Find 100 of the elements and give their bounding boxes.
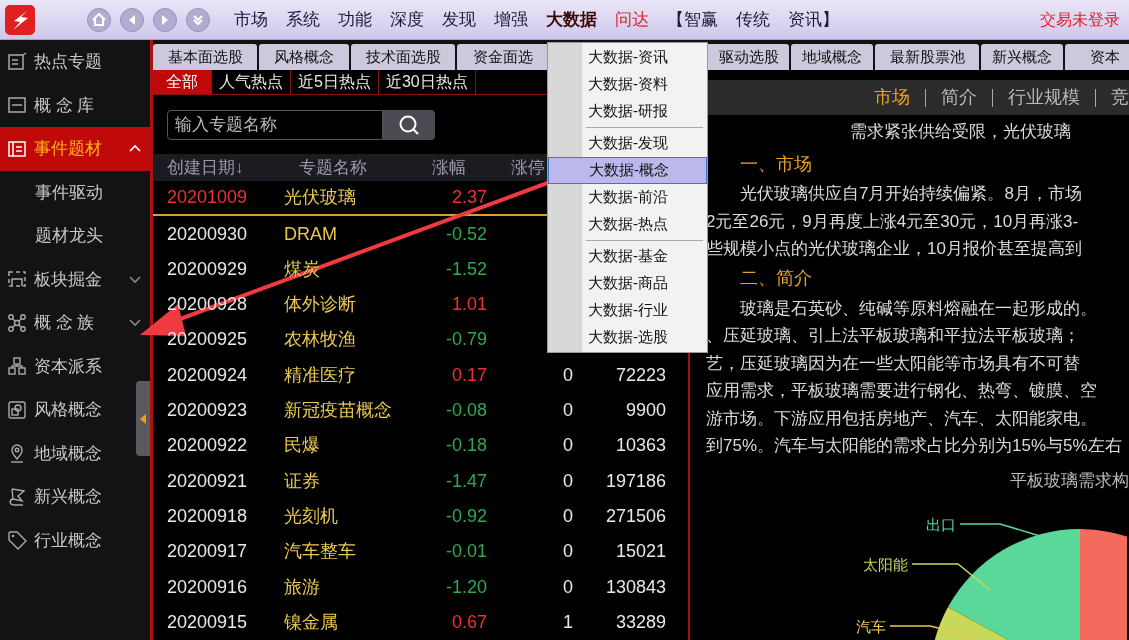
tag-icon [7,530,27,551]
menu-item[interactable]: 系统 [277,6,329,33]
detail-tab[interactable]: 市场 [874,84,910,111]
table-cell: 20201009 [167,187,248,208]
detail-tab[interactable]: 行业规模 [1008,84,1080,111]
back-icon [129,14,135,25]
column-header[interactable]: 专题名称 [299,157,367,177]
menu-option[interactable]: 大数据-行业 [582,297,707,324]
table-cell: 精准医疗 [284,364,356,385]
table-cell: -0.08 [445,400,487,421]
table-cell: 新冠疫苗概念 [284,400,392,421]
detail-tab[interactable]: 简介 [941,84,977,111]
menu-item[interactable]: 增强 [485,6,537,33]
menu-item[interactable]: 资讯】 [779,6,848,33]
table-cell: 证券 [284,470,320,491]
table-cell: 20200925 [167,329,248,350]
menu-option[interactable]: 大数据-前沿 [582,184,707,211]
back-button[interactable] [120,7,144,32]
table-cell: 1.01 [451,294,487,315]
forward-icon [162,14,168,25]
menu-option[interactable]: 大数据-研报 [582,98,707,125]
search-field[interactable]: 输入专题名称 [167,110,383,140]
tab[interactable]: 新兴概念 [981,44,1063,70]
table-cell: 20200922 [167,435,248,456]
sidebar-item[interactable]: 热点专题 [0,40,134,84]
tab[interactable]: 资金面选 [457,44,549,70]
sidebar-item[interactable]: 概 念 族 [0,301,150,345]
menu-option[interactable]: 大数据-资料 [582,71,707,98]
tab[interactable]: 最新股票池 [875,44,979,70]
table-cell: 20200917 [167,541,248,562]
table-cell: 0 [563,470,573,491]
tab[interactable]: 风格概念 [259,44,349,70]
forward-button[interactable] [153,7,177,32]
menu-item[interactable]: 功能 [329,6,381,33]
table-cell: 汽车整车 [284,541,356,562]
table-cell: 20200916 [167,576,248,597]
filter-tab[interactable]: 全部 [153,70,212,95]
table-cell: -0.01 [445,541,487,562]
search-button[interactable] [383,110,435,140]
menu-item[interactable]: 发现 [433,6,485,33]
paragraph-line: 玻璃是石英砂、纯碱等原料熔融在一起形成的。 [740,297,1097,320]
tab[interactable]: 基本面选股 [153,44,257,70]
column-header[interactable]: 涨幅 [432,157,466,177]
menu-item[interactable]: 问达 [606,6,658,33]
table-cell: 20200930 [167,223,248,244]
tab[interactable]: 资本 [1065,44,1129,70]
menu-item[interactable]: 深度 [381,6,433,33]
column-header[interactable]: 涨停 [511,157,545,177]
flag-icon [7,486,27,507]
table-cell: -0.79 [445,329,487,350]
table-cell: -0.18 [445,435,487,456]
collapse-handle[interactable] [136,381,150,456]
menu-option[interactable]: 大数据-基金 [582,243,707,270]
table-cell: 197186 [605,470,666,491]
menu-option[interactable]: 大数据-概念 [548,157,707,184]
paragraph-line: 到75%。汽车与太阳能的需求占比分别为15%与5%左右 [706,435,1122,457]
menu-item[interactable]: 市场 [225,6,277,33]
sidebar-item[interactable]: 地域概念 [0,431,134,475]
menu-option[interactable]: 大数据-发现 [582,130,707,157]
menu-option[interactable]: 大数据-热点 [582,211,707,238]
sidebar-subitem[interactable]: 题材龙头 [0,214,150,258]
table-cell: 9900 [625,400,666,421]
table-cell: 0.67 [451,611,487,632]
menu-option[interactable]: 大数据-选股 [582,324,707,351]
paragraph-line: 、压延玻璃、引上法平板玻璃和平拉法平板玻璃； [706,325,1080,347]
table-cell: 72223 [615,364,666,385]
section-heading: 一、市场 [740,152,812,176]
menu-item[interactable]: 【智赢 [658,6,727,33]
network-icon [7,312,27,333]
paragraph-line: 游市场。下游应用包括房地产、汽车、太阳能家电。 [706,407,1097,430]
table-cell: 2.37 [451,187,487,208]
paragraph-line: 应用需求，平板玻璃需要进行钢化、热弯、镀膜、空 [706,380,1097,402]
chevron-down-button[interactable] [186,7,210,32]
table-cell: 1 [563,611,573,632]
sidebar-item[interactable]: 行业概念 [0,518,134,562]
menu-item[interactable]: 传统 [727,6,779,33]
menu-option[interactable]: 大数据-资讯 [582,44,707,71]
column-header[interactable]: 创建日期↓ [167,157,244,177]
app-logo-icon [5,4,35,35]
table-cell: 20200915 [167,611,248,632]
paragraph-line: 艺，压延玻璃因为在一些太阳能等市场具有不可替 [706,352,1080,375]
table-cell: 20200924 [167,364,248,385]
menu-option[interactable]: 大数据-商品 [582,270,707,297]
sidebar-item[interactable]: 事件题材 [0,127,150,171]
table-cell: 光伏玻璃 [284,187,356,208]
table-cell: DRAM [284,223,337,244]
sidebar-item[interactable]: 资本派系 [0,344,134,388]
table-cell: 20200921 [167,470,248,491]
menu-item[interactable]: 大数据 [537,6,606,33]
sidebar-item[interactable]: 风格概念 [0,388,134,432]
tab[interactable]: 地域概念 [791,44,873,70]
tab[interactable]: 技术面选股 [351,44,455,70]
sidebar-item[interactable]: 概 念 库 [0,83,134,127]
table-cell: -1.52 [445,258,487,279]
table-cell: 10363 [615,435,666,456]
detail-tab[interactable]: 竞 [1111,84,1129,111]
home-button[interactable] [87,7,111,32]
sidebar-item[interactable]: 板块掘金 [0,257,150,301]
sidebar-item[interactable]: 新兴概念 [0,475,134,519]
sidebar-subitem[interactable]: 事件驱动 [0,170,150,214]
